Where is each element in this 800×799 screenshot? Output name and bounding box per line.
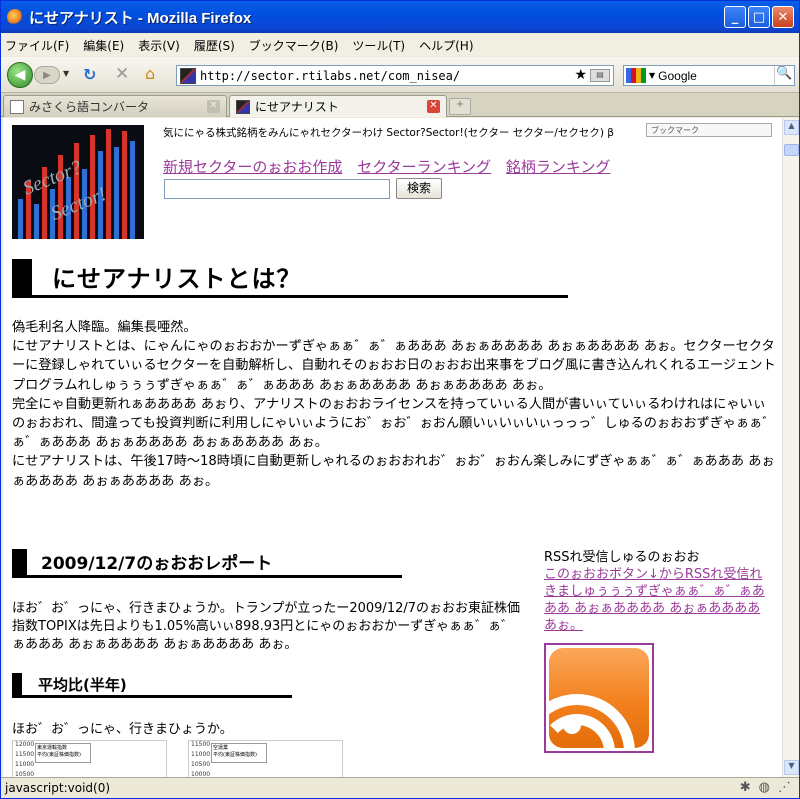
sector-chart-2: 11500 11000 10500 10000 空運業 平均(東証株価指数) [188, 740, 343, 777]
y-tick: 10500 [191, 761, 211, 768]
report-heading: 2009/12/7のぉおおレポート [12, 548, 402, 578]
engine-dropdown-icon[interactable]: ▼ [649, 71, 655, 80]
forward-arrow-icon[interactable]: ▶ [34, 66, 60, 84]
url-text[interactable]: http://sector.rtilabs.net/com_nisea/ [200, 69, 460, 83]
vertical-scrollbar[interactable]: ▲ ▼ [782, 118, 799, 777]
minimize-button[interactable]: _ [724, 6, 746, 28]
comparison-heading-text: 平均比(半年) [38, 675, 127, 694]
google-engine-icon[interactable] [626, 68, 646, 83]
main-heading-text: にせアナリストとは？ [52, 265, 302, 293]
y-tick: 12000 [15, 741, 35, 748]
chart-legend: 東京運輸指数 平均(東証株価指数) [35, 743, 91, 763]
addon-icon[interactable]: ✱ [740, 780, 751, 795]
social-bookmark-badge[interactable]: ブックマーク [646, 123, 772, 137]
status-bar: javascript:void(0) ✱ ◍ ⋰ [1, 777, 799, 798]
site-tagline: 気ににゃる株式銘柄をみんにゃれセクターわけ Sector?Sector!(セクタ… [163, 127, 614, 139]
scroll-down-icon[interactable]: ▼ [784, 760, 799, 775]
main-heading: にせアナリストとは？ [12, 258, 568, 298]
tab-label: みさくら語コンバータ [29, 100, 150, 114]
home-icon[interactable]: ⌂ [145, 64, 155, 83]
title-bar[interactable]: にせアナリスト - Mozilla Firefox _ □ ✕ [1, 1, 799, 33]
tab-misakura-converter[interactable]: みさくら語コンバータ ✕ [3, 95, 227, 117]
link-sector-ranking[interactable]: セクターランキング [357, 158, 491, 176]
window-title: にせアナリスト - Mozilla Firefox [29, 9, 252, 27]
legend-entry: 空運業 [213, 745, 229, 751]
y-tick: 11500 [191, 741, 211, 748]
chart-legend: 空運業 平均(東証株価指数) [211, 743, 267, 763]
stop-icon[interactable]: ✕ [115, 64, 129, 84]
page-viewport: Sector? Sector! 気ににゃる株式銘柄をみんにゃれセクターわけ Se… [3, 118, 782, 777]
intro-paragraph: 完全にゃ自動更新れぁああああ あぉり、アナリストのぉおおライセンスを持っていぃる… [12, 396, 776, 451]
report-text: ほお゛お゛っにゃ、行きまひょうか。トランプが立ったー2009/12/7のぉおお東… [12, 601, 521, 652]
intro-paragraph: 偽毛利名人降臨。編集長唖然。 [12, 320, 197, 335]
page-icon [10, 99, 24, 114]
history-dropdown-icon[interactable]: ▼ [63, 69, 69, 78]
sector-chart-1: 12000 11500 11000 10500 東京運輸指数 平均(東証株価指数… [12, 740, 167, 777]
search-magnifier-icon[interactable]: 🔍 [774, 66, 794, 85]
site-search-button[interactable]: 検索 [396, 178, 442, 199]
web-search-box[interactable]: ▼ 🔍 [623, 65, 795, 86]
scroll-thumb[interactable] [784, 144, 799, 156]
new-tab-icon[interactable]: + [449, 98, 471, 115]
menu-bar: ファイル(F) 編集(E) 表示(V) 履歴(S) ブックマーク(B) ツール(… [1, 34, 799, 56]
browser-window: にせアナリスト - Mozilla Firefox _ □ ✕ ファイル(F) … [0, 0, 800, 799]
menu-tools[interactable]: ツール(T) [352, 37, 405, 54]
back-arrow-icon[interactable]: ◀ [7, 62, 33, 88]
intro-paragraph: にせアナリストは、午後17時〜18時頃に自動更新しゃれるのぉおおれお゛ぉお゛ぉお… [12, 454, 775, 489]
y-tick: 11000 [15, 761, 35, 768]
y-tick: 11500 [15, 751, 35, 758]
page-info-icon[interactable]: ▤ [590, 69, 610, 82]
site-search-input[interactable] [164, 179, 390, 199]
rss-description-link[interactable]: このぉおおボタン↓からRSSれ受信れきましゅぅぅぅずぎゃぁぁ゛ぁ゛ぁあああ あぉ… [544, 566, 769, 634]
bookmark-badge-label: ブックマーク [651, 125, 699, 135]
menu-edit[interactable]: 編集(E) [83, 37, 124, 54]
rss-icon [549, 648, 649, 748]
legend-entry: 平均(東証株価指数) [213, 752, 257, 758]
status-icons: ✱ ◍ ⋰ [740, 780, 791, 795]
intro-paragraph: にせアナリストとは、にゃんにゃのぉおおかーずぎゃぁぁ゛ぁ゛ぁあああ あぉぁあああ… [12, 339, 776, 393]
window-controls: _ □ ✕ [724, 6, 794, 28]
firefox-icon [7, 9, 23, 25]
address-bar[interactable]: http://sector.rtilabs.net/com_nisea/ ★ ▤ [176, 65, 614, 86]
menu-history[interactable]: 履歴(S) [194, 37, 235, 54]
link-stock-ranking[interactable]: 銘柄ランキング [506, 158, 611, 176]
top-nav-links: 新規セクターのぉおお作成 セクターランキング 銘柄ランキング [163, 156, 620, 177]
heading-bar [12, 258, 32, 295]
menu-bookmarks[interactable]: ブックマーク(B) [249, 37, 339, 54]
rss-feed-button[interactable] [544, 643, 654, 753]
legend-entry: 平均(東証株価指数) [37, 752, 81, 758]
maximize-button[interactable]: □ [748, 6, 770, 28]
intro-text: 偽毛利名人降臨。編集長唖然。 にせアナリストとは、にゃんにゃのぉおおかーずぎゃぁ… [12, 318, 777, 491]
close-button[interactable]: ✕ [772, 6, 794, 28]
menu-view[interactable]: 表示(V) [138, 37, 180, 54]
web-search-input[interactable] [658, 68, 779, 83]
bookmark-star-icon[interactable]: ★ [574, 67, 587, 83]
comparison-text: ほお゛お゛っにゃ、行きまひょうか。 [12, 722, 233, 737]
tab-label: にせアナリスト [255, 100, 339, 114]
site-logo[interactable]: Sector? Sector! [12, 125, 144, 239]
link-new-sector[interactable]: 新規セクターのぉおお作成 [163, 158, 342, 176]
reload-icon[interactable]: ↻ [83, 65, 96, 84]
rss-title: RSSれ受信しゅるのぉおお [544, 550, 700, 565]
menu-file[interactable]: ファイル(F) [5, 37, 69, 54]
legend-entry: 東京運輸指数 [37, 745, 68, 751]
tab-nise-analyst[interactable]: にせアナリスト ✕ [229, 95, 447, 117]
resize-grip-icon[interactable]: ⋰ [778, 780, 791, 795]
tab-strip: みさくら語コンバータ ✕ にせアナリスト ✕ + [1, 93, 799, 117]
status-text: javascript:void(0) [5, 781, 111, 795]
comparison-heading: 平均比(半年) [12, 673, 292, 698]
scripts-icon[interactable]: ◍ [759, 780, 770, 795]
report-heading-text: 2009/12/7のぉおおレポート [41, 554, 273, 574]
site-favicon-icon [180, 67, 196, 84]
heading-bar [12, 548, 27, 575]
navigation-toolbar: ◀ ▶ ▼ ↻ ✕ ⌂ http://sector.rtilabs.net/co… [1, 57, 799, 93]
heading-bar [12, 673, 22, 695]
menu-help[interactable]: ヘルプ(H) [419, 37, 473, 54]
scroll-up-icon[interactable]: ▲ [784, 120, 799, 135]
y-tick: 11000 [191, 751, 211, 758]
tab-close-icon[interactable]: ✕ [427, 100, 440, 113]
site-favicon-icon [236, 99, 250, 114]
tab-close-icon[interactable]: ✕ [207, 100, 220, 113]
